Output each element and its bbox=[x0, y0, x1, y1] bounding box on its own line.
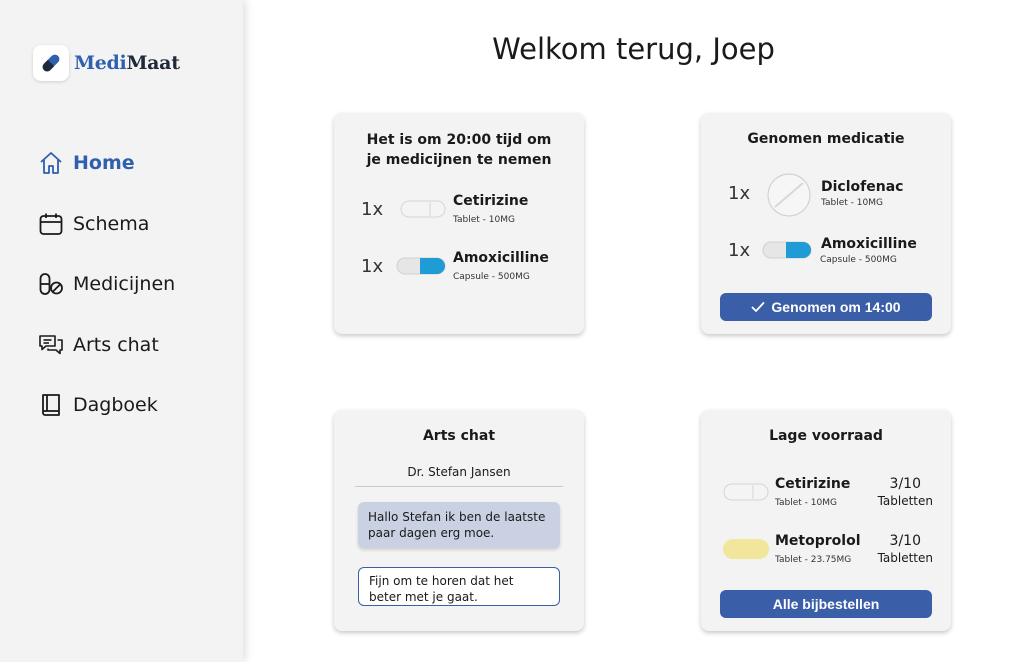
blue-capsule-icon bbox=[396, 255, 446, 281]
reminder-title: Het is om 20:00 tijd om je medicijnen te… bbox=[366, 132, 552, 168]
med-quantity: 1x bbox=[361, 256, 384, 277]
list-item[interactable]: Cetirizine Tablet - 10MG 3/10 Tabletten bbox=[701, 476, 951, 512]
stock-count: 3/10 Tabletten bbox=[877, 533, 933, 565]
med-name: Diclofenac bbox=[821, 179, 904, 195]
med-name: Cetirizine bbox=[453, 193, 529, 209]
list-item[interactable]: 1x Amoxicilline Capsule - 500MG bbox=[701, 234, 951, 270]
sidebar-item-home[interactable]: Home bbox=[37, 145, 175, 181]
sidebar-item-arts-chat[interactable]: Arts chat bbox=[37, 327, 175, 363]
home-icon bbox=[37, 149, 65, 177]
arts-chat-card[interactable]: Arts chat Dr. Stefan Jansen Hallo Stefan… bbox=[334, 410, 584, 631]
checkmark-icon bbox=[752, 302, 765, 312]
sidebar-item-label: Home bbox=[73, 152, 135, 174]
sidebar-item-schema[interactable]: Schema bbox=[37, 206, 175, 242]
chat-title: Arts chat bbox=[422, 428, 496, 444]
divider bbox=[355, 486, 563, 487]
med-detail: Tablet - 10MG bbox=[775, 498, 837, 508]
reorder-all-button[interactable]: Alle bijbestellen bbox=[720, 590, 932, 618]
chat-icon bbox=[37, 331, 65, 359]
med-detail: Capsule - 500MG bbox=[820, 255, 897, 265]
reminder-card: Het is om 20:00 tijd om je medicijnen te… bbox=[334, 113, 584, 334]
capsule-logo-icon bbox=[33, 45, 69, 81]
med-quantity: 1x bbox=[361, 199, 384, 220]
taken-medication-card: Genomen medicatie 1x Diclofenac Tablet -… bbox=[701, 113, 951, 334]
sidebar-item-label: Arts chat bbox=[73, 333, 159, 356]
list-item[interactable]: 1x Amoxicilline Capsule - 500MG bbox=[334, 250, 584, 286]
doctor-message: Fijn om te horen dat het beter met je ga… bbox=[358, 567, 560, 606]
book-icon bbox=[37, 391, 65, 419]
med-name: Metoprolol bbox=[775, 533, 861, 549]
pills-icon bbox=[37, 270, 65, 298]
button-label: Genomen om 14:00 bbox=[771, 299, 901, 315]
list-item[interactable]: Metoprolol Tablet - 23.75MG 3/10 Tablett… bbox=[701, 533, 951, 569]
med-quantity: 1x bbox=[728, 240, 751, 261]
stock-count: 3/10 Tabletten bbox=[877, 476, 933, 508]
list-item[interactable]: 1x Cetirizine Tablet - 10MG bbox=[334, 193, 584, 229]
med-name: Amoxicilline bbox=[821, 236, 917, 252]
calendar-icon bbox=[37, 210, 65, 238]
white-capsule-icon bbox=[723, 482, 769, 506]
app-logo[interactable]: MediMaat bbox=[33, 45, 180, 81]
sidebar-item-dagboek[interactable]: Dagboek bbox=[37, 387, 175, 423]
white-capsule-icon bbox=[400, 199, 446, 223]
med-detail: Tablet - 10MG bbox=[453, 215, 515, 225]
taken-title: Genomen medicatie bbox=[747, 131, 905, 147]
med-quantity: 1x bbox=[728, 183, 751, 204]
sidebar-nav: Home Schema Medicijnen Arts chat Dagboek bbox=[37, 145, 175, 448]
sidebar-item-medicijnen[interactable]: Medicijnen bbox=[37, 266, 175, 302]
round-tablet-icon bbox=[765, 171, 813, 223]
stock-title: Lage voorraad bbox=[769, 428, 883, 444]
list-item[interactable]: 1x Diclofenac Tablet - 10MG bbox=[701, 173, 951, 217]
page-title: Welkom terug, Joep bbox=[492, 32, 775, 66]
low-stock-card: Lage voorraad Cetirizine Tablet - 10MG 3… bbox=[701, 410, 951, 631]
sidebar: MediMaat Home Schema Medicijnen Arts cha… bbox=[0, 0, 243, 662]
med-name: Amoxicilline bbox=[453, 250, 549, 266]
blue-capsule-icon bbox=[762, 239, 812, 265]
med-detail: Capsule - 500MG bbox=[453, 272, 530, 282]
med-detail: Tablet - 10MG bbox=[821, 198, 883, 208]
taken-at-button[interactable]: Genomen om 14:00 bbox=[720, 293, 932, 321]
yellow-tablet-icon bbox=[722, 537, 770, 565]
med-detail: Tablet - 23.75MG bbox=[775, 555, 852, 565]
med-name: Cetirizine bbox=[775, 476, 851, 492]
patient-message: Hallo Stefan ik ben de laatste paar dage… bbox=[358, 502, 560, 548]
sidebar-item-label: Dagboek bbox=[73, 394, 158, 416]
sidebar-item-label: Medicijnen bbox=[73, 273, 176, 295]
doctor-name: Dr. Stefan Jansen bbox=[407, 465, 511, 479]
app-name: MediMaat bbox=[74, 52, 180, 74]
sidebar-item-label: Schema bbox=[73, 212, 150, 235]
